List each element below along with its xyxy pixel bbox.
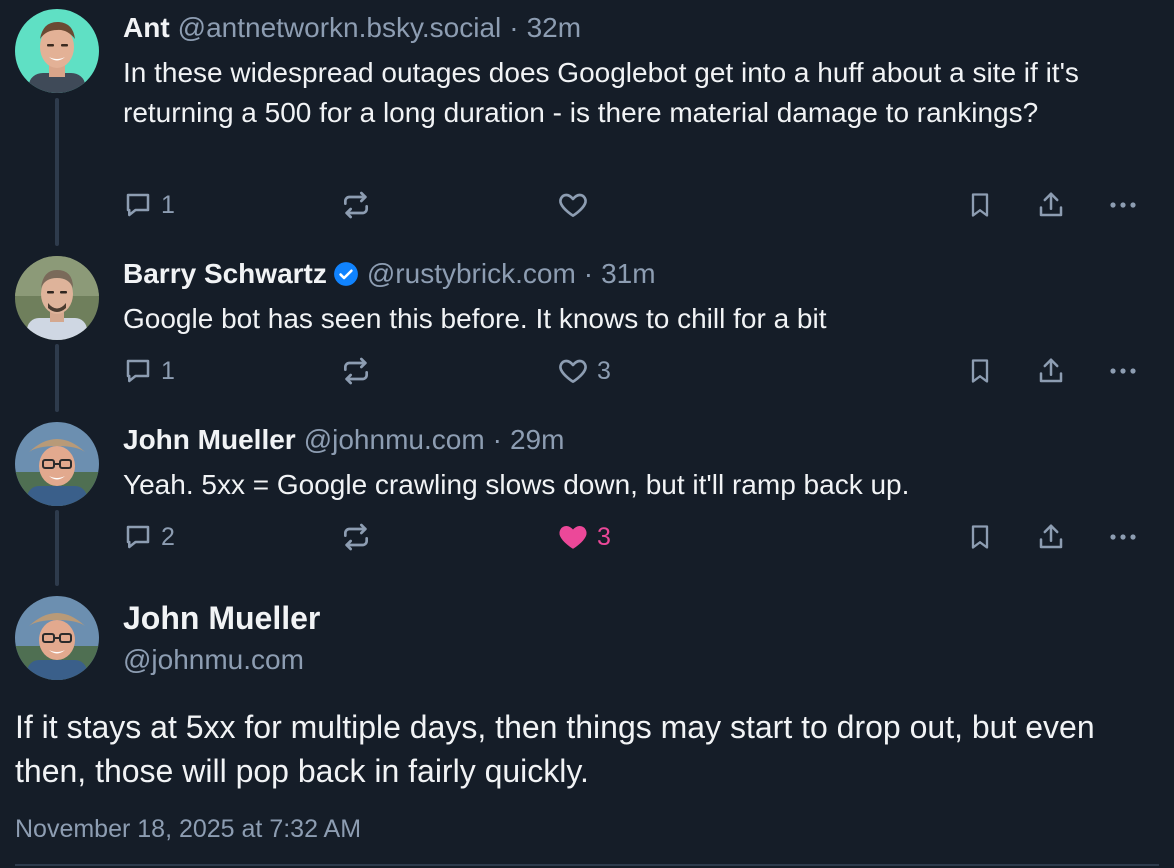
post-time[interactable]: 32m <box>527 11 581 45</box>
heart-filled-icon <box>557 521 589 553</box>
avatar[interactable] <box>15 596 99 680</box>
reply-icon <box>123 522 153 552</box>
more-button[interactable] <box>1107 517 1139 557</box>
post-time[interactable]: 31m <box>601 257 655 291</box>
post-header: Barry Schwartz @rustybrick.com · 31m <box>123 257 656 291</box>
reply-button[interactable]: 2 <box>123 517 175 557</box>
post-actions: 1 <box>0 185 1174 225</box>
separator: · <box>509 12 519 43</box>
repost-icon <box>340 521 372 553</box>
post-actions: 1 3 <box>0 351 1174 391</box>
main-post-date: November 18, 2025 at 7:32 AM <box>15 815 362 843</box>
reply-count: 2 <box>161 522 175 551</box>
author-handle[interactable]: @johnmu.com <box>304 423 485 457</box>
more-button[interactable] <box>1107 185 1139 225</box>
more-icon <box>1107 356 1139 386</box>
like-count: 3 <box>597 522 611 551</box>
divider <box>15 864 1159 866</box>
verified-badge-icon[interactable] <box>333 261 359 287</box>
share-button[interactable] <box>1036 351 1066 391</box>
like-button[interactable] <box>557 185 589 225</box>
repost-icon <box>340 189 372 221</box>
author-name[interactable]: John Mueller <box>123 423 296 457</box>
reply-count: 1 <box>161 356 175 385</box>
reply-button[interactable]: 1 <box>123 351 175 391</box>
thread-post[interactable]: Ant @antnetworkn.bsky.social · 32m In th… <box>0 0 1174 246</box>
repost-button[interactable] <box>340 185 372 225</box>
post-text: Yeah. 5xx = Google crawling slows down, … <box>123 469 910 500</box>
post-actions: 2 3 <box>0 517 1174 557</box>
like-button[interactable]: 3 <box>557 517 611 557</box>
bookmark-button[interactable] <box>966 185 994 225</box>
bookmark-icon <box>966 522 994 552</box>
share-button[interactable] <box>1036 517 1066 557</box>
reply-button[interactable]: 1 <box>123 185 175 225</box>
more-icon <box>1107 190 1139 220</box>
author-handle[interactable]: @rustybrick.com <box>367 257 576 291</box>
reply-count: 1 <box>161 190 175 219</box>
post-text: In these widespread outages does Googleb… <box>123 57 1079 128</box>
reply-icon <box>123 190 153 220</box>
avatar[interactable] <box>15 256 99 340</box>
repost-button[interactable] <box>340 351 372 391</box>
repost-icon <box>340 355 372 387</box>
more-icon <box>1107 522 1139 552</box>
share-icon <box>1036 356 1066 386</box>
author-handle[interactable]: @antnetworkn.bsky.social <box>178 11 502 45</box>
thread-post[interactable]: Barry Schwartz @rustybrick.com · 31m Goo… <box>0 246 1174 412</box>
share-icon <box>1036 190 1066 220</box>
reply-icon <box>123 356 153 386</box>
bookmark-icon <box>966 190 994 220</box>
avatar[interactable] <box>15 422 99 506</box>
post-header: Ant @antnetworkn.bsky.social · 32m <box>123 11 581 45</box>
separator: · <box>492 424 502 455</box>
heart-icon <box>557 189 589 221</box>
share-button[interactable] <box>1036 185 1066 225</box>
repost-button[interactable] <box>340 517 372 557</box>
more-button[interactable] <box>1107 351 1139 391</box>
heart-icon <box>557 355 589 387</box>
post-header: John Mueller @johnmu.com · 29m <box>123 423 564 457</box>
thread-view: Ant @antnetworkn.bsky.social · 32m In th… <box>0 0 1174 868</box>
author-name[interactable]: Barry Schwartz <box>123 257 327 291</box>
bookmark-button[interactable] <box>966 517 994 557</box>
main-author-handle[interactable]: @johnmu.com <box>123 642 304 678</box>
bookmark-button[interactable] <box>966 351 994 391</box>
author-name[interactable]: Ant <box>123 11 170 45</box>
avatar[interactable] <box>15 9 99 93</box>
post-text: Google bot has seen this before. It know… <box>123 303 827 334</box>
like-button[interactable]: 3 <box>557 351 611 391</box>
bookmark-icon <box>966 356 994 386</box>
main-post-text: If it stays at 5xx for multiple days, th… <box>15 709 1095 789</box>
thread-post[interactable]: John Mueller @johnmu.com · 29m Yeah. 5xx… <box>0 412 1174 586</box>
post-time[interactable]: 29m <box>510 423 564 457</box>
main-author-name[interactable]: John Mueller <box>123 598 320 638</box>
like-count: 3 <box>597 356 611 385</box>
separator: · <box>583 258 594 289</box>
share-icon <box>1036 522 1066 552</box>
